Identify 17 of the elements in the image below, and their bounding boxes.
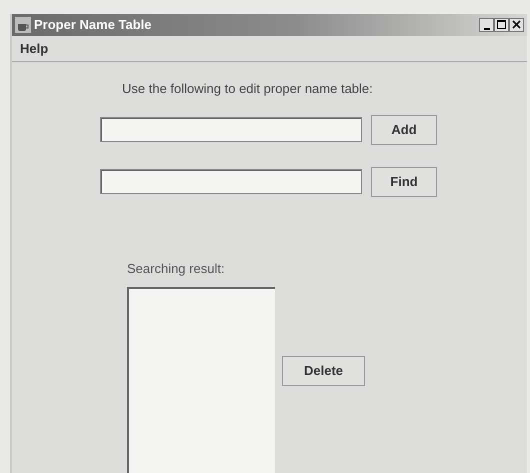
minimize-icon: [484, 28, 490, 30]
text-field[interactable]: [100, 169, 362, 194]
result-list[interactable]: [127, 287, 275, 473]
window-title: Proper Name Table: [34, 16, 152, 34]
minimize-button[interactable]: [479, 18, 494, 32]
close-icon: [512, 20, 521, 29]
cup-icon: [15, 17, 31, 33]
maximize-button[interactable]: [494, 18, 509, 32]
maximize-icon: [497, 20, 506, 29]
find-button[interactable]: Find: [371, 166, 437, 196]
close-button[interactable]: [509, 18, 524, 32]
text-field[interactable]: [100, 117, 362, 142]
menu-item[interactable]: Help: [20, 38, 48, 58]
add-button[interactable]: Add: [371, 114, 437, 144]
delete-button[interactable]: Delete: [282, 356, 365, 386]
instruction-label: Use the following to edit proper name table:: [122, 80, 374, 98]
result-label: Searching result:: [127, 260, 226, 278]
